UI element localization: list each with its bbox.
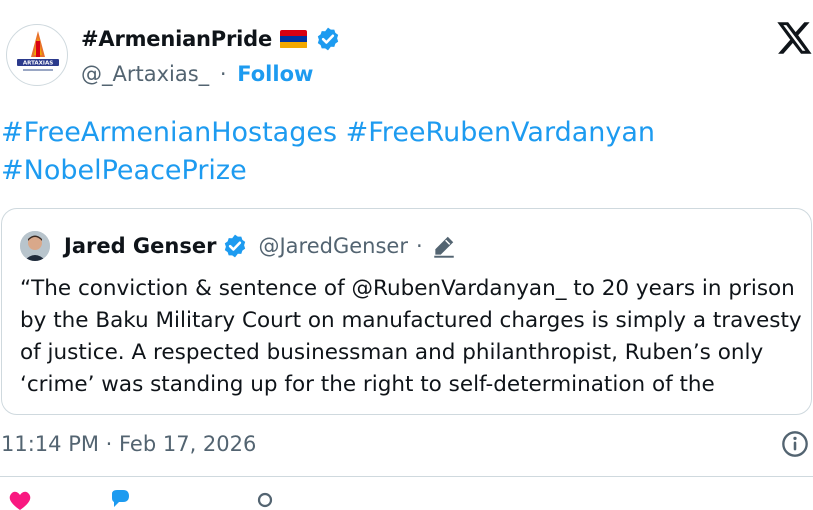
heart-icon[interactable] [7, 490, 33, 510]
armenian-flag-icon [280, 29, 308, 49]
author-display-name[interactable]: #ArmenianPride [81, 27, 272, 51]
author-avatar[interactable]: ARTAXIAS [6, 24, 68, 86]
copy-link-icon[interactable] [252, 490, 278, 510]
edit-pencil-icon [433, 236, 454, 258]
author-handle-row: @_Artaxias_ · Follow [81, 62, 313, 86]
reply-icon[interactable] [107, 490, 133, 510]
quoted-tweet-body: “The conviction & sentence of @RubenVard… [20, 273, 810, 401]
author-handle[interactable]: @_Artaxias_ [81, 62, 209, 86]
quoted-author-name: Jared Genser [64, 234, 217, 258]
quoted-body-line: ‘crime’ was standing up for the right to… [20, 372, 715, 397]
tweet-timestamp[interactable]: 11:14 PM · Feb 17, 2026 [1, 432, 256, 456]
follow-button[interactable]: Follow [237, 62, 313, 86]
quoted-body-line: by the Baku Military Court on manufactur… [20, 308, 802, 333]
quoted-author-handle: @JaredGenser [258, 234, 408, 258]
avatar-logo-text: ARTAXIAS [23, 61, 53, 67]
tweet-text-line[interactable]: #NobelPeacePrize [1, 152, 801, 190]
tweet-text: #FreeArmenianHostages #FreeRubenVardanya… [1, 114, 801, 190]
quoted-body-line: “The conviction & sentence of @RubenVard… [20, 276, 795, 301]
x-logo-icon[interactable] [776, 20, 812, 56]
info-icon[interactable] [781, 430, 809, 458]
quoted-tweet-card[interactable]: Jared Genser @JaredGenser · “The convict… [1, 208, 812, 415]
artaxias-logo-icon: ARTAXIAS [17, 31, 59, 71]
verified-badge-icon [225, 234, 246, 258]
quoted-body-line: of justice. A respected businessman and … [20, 340, 764, 365]
divider [0, 476, 813, 477]
separator-dot: · [219, 62, 227, 86]
tweet-text-line[interactable]: #FreeArmenianHostages #FreeRubenVardanya… [1, 114, 801, 152]
quoted-tweet-header: Jared Genser @JaredGenser · [20, 231, 457, 261]
quoted-author-avatar [20, 231, 50, 261]
separator-dot: · [415, 234, 423, 258]
author-name-row: #ArmenianPride [81, 26, 341, 52]
verified-badge-icon [317, 27, 339, 51]
